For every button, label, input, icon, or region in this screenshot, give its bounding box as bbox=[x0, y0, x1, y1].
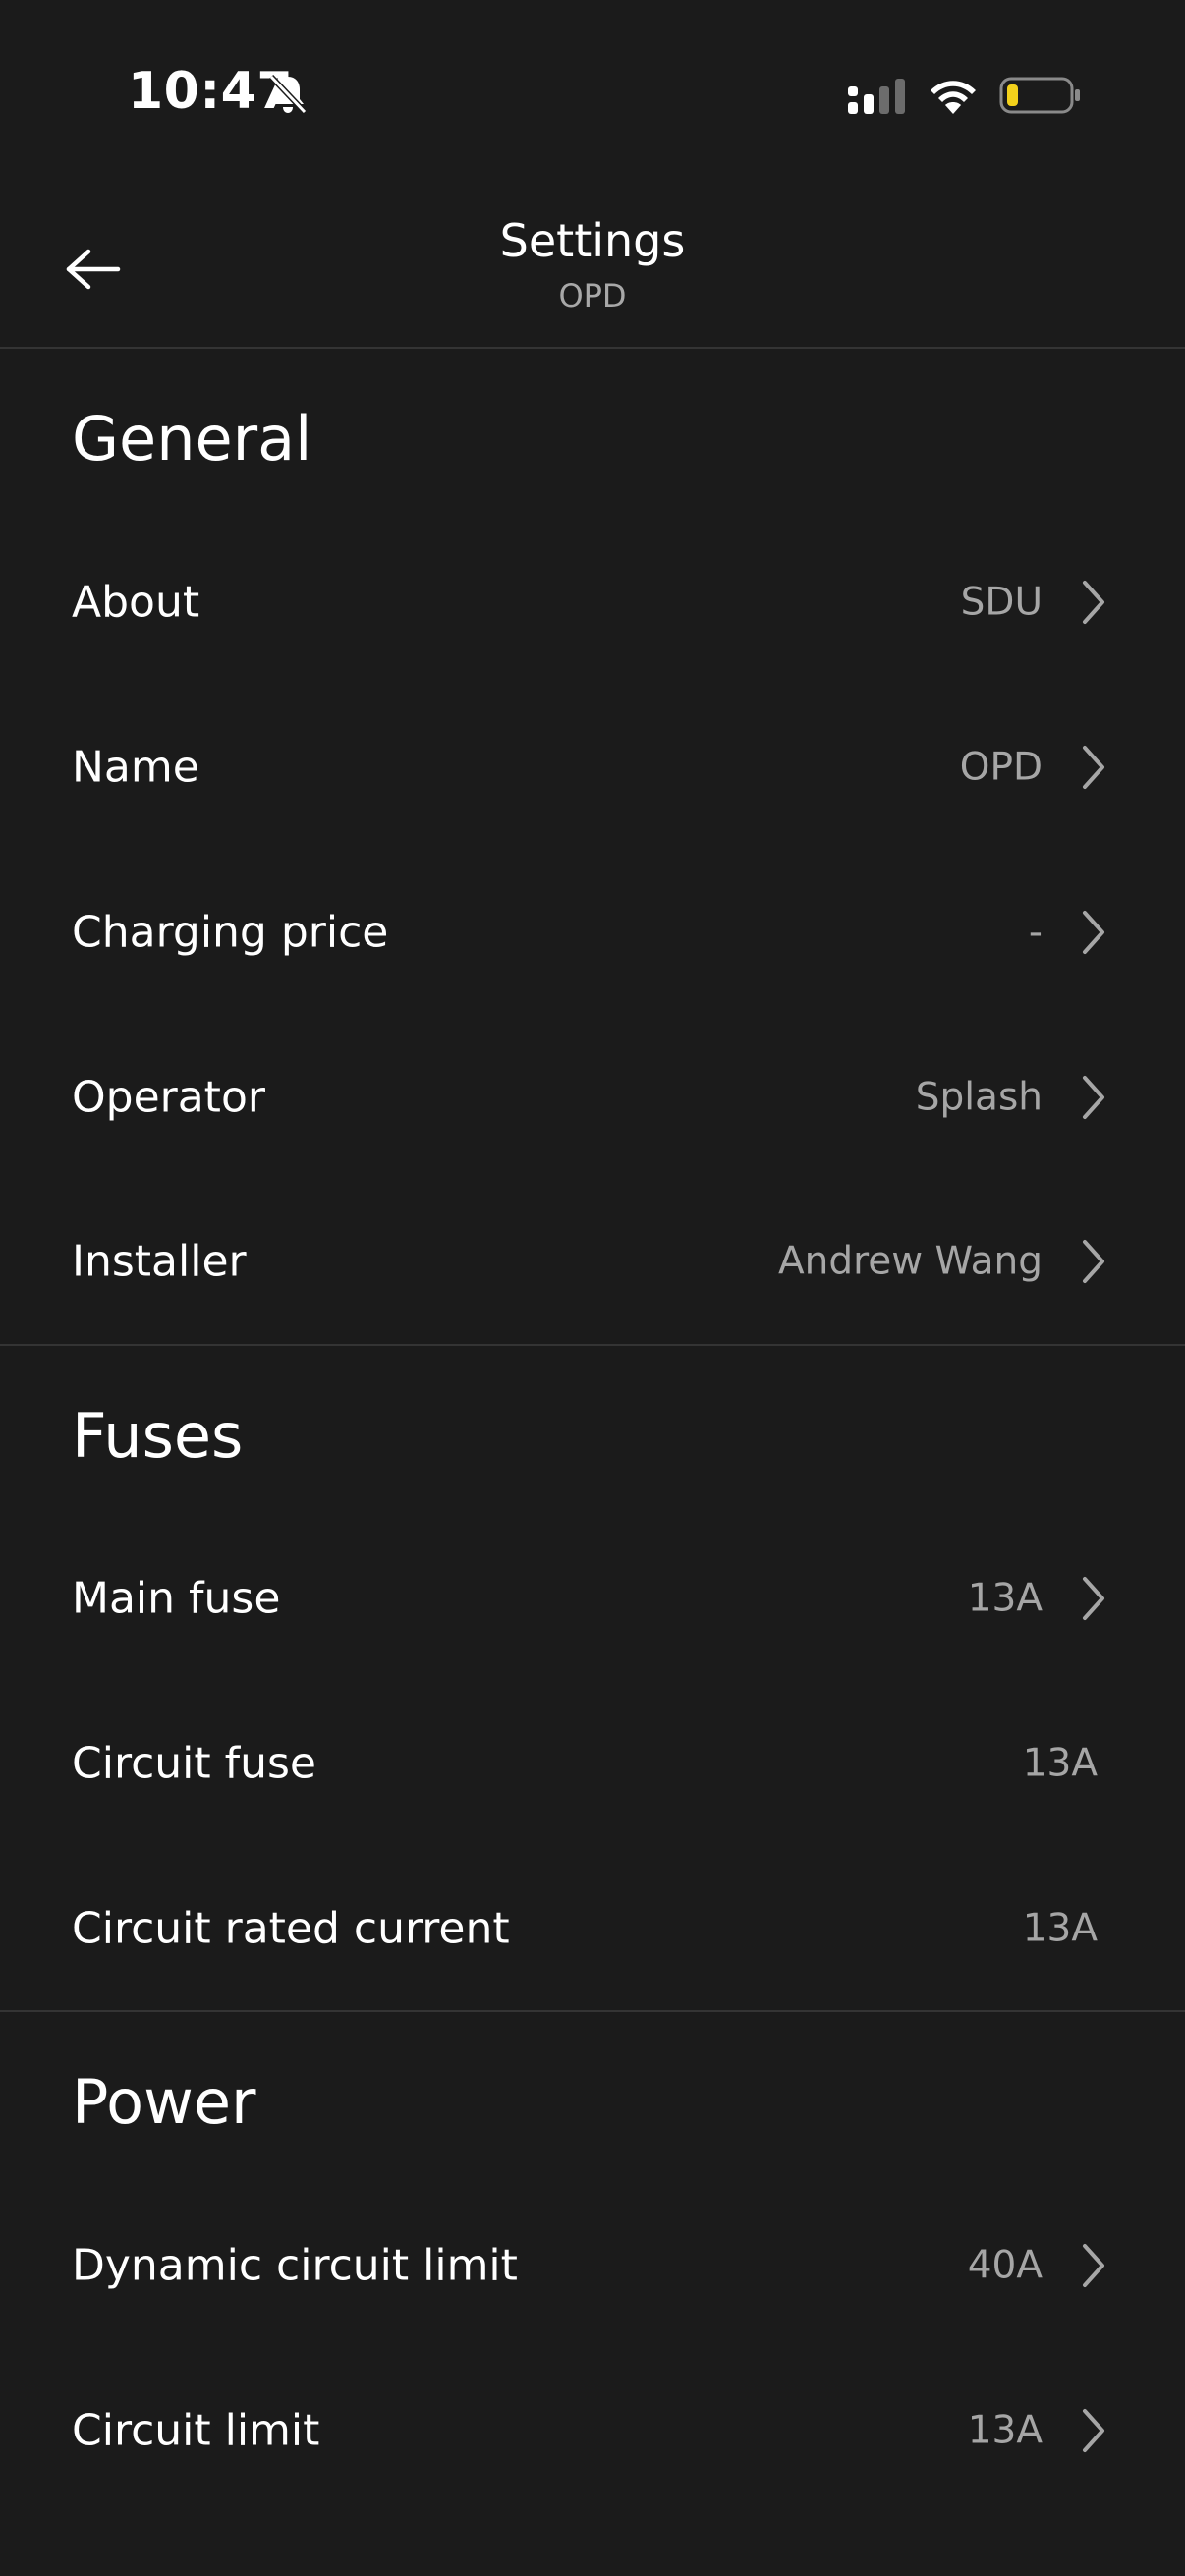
row-label: Main fuse bbox=[72, 1573, 281, 1624]
settings-row-circuit-fuse: Circuit fuse 13A bbox=[0, 1681, 1185, 1846]
row-value: 13A bbox=[967, 1576, 1043, 1621]
row-label: Name bbox=[72, 742, 199, 793]
settings-row-installer[interactable]: Installer Andrew Wang bbox=[0, 1179, 1185, 1344]
settings-row-main-fuse[interactable]: Main fuse 13A bbox=[0, 1516, 1185, 1681]
chevron-right-icon bbox=[1083, 2244, 1104, 2287]
row-value: 13A bbox=[1022, 1906, 1098, 1951]
row-value: 13A bbox=[1022, 1741, 1098, 1786]
section-divider bbox=[0, 1344, 1185, 1346]
section-title-fuses: Fuses bbox=[72, 1400, 244, 1472]
chevron-right-icon bbox=[1083, 581, 1104, 624]
settings-row-name[interactable]: Name OPD bbox=[0, 685, 1185, 850]
chevron-right-icon bbox=[1083, 911, 1104, 954]
signal-icon bbox=[848, 79, 905, 114]
chevron-right-icon bbox=[1083, 746, 1104, 789]
row-value: OPD bbox=[959, 745, 1043, 790]
chevron-right-icon bbox=[1083, 2409, 1104, 2452]
row-label: Circuit limit bbox=[72, 2405, 320, 2456]
row-value: Splash bbox=[915, 1075, 1043, 1120]
settings-row-circuit-rated-current: Circuit rated current 13A bbox=[0, 1846, 1185, 2011]
settings-row-about[interactable]: About SDU bbox=[0, 520, 1185, 685]
row-label: Charging price bbox=[72, 907, 389, 958]
settings-row-operator[interactable]: Operator Splash bbox=[0, 1015, 1185, 1180]
settings-row-dynamic-circuit-limit[interactable]: Dynamic circuit limit 40A bbox=[0, 2183, 1185, 2348]
settings-row-charging-price[interactable]: Charging price - bbox=[0, 850, 1185, 1015]
chevron-right-icon bbox=[1083, 1577, 1104, 1620]
status-bar: 10:47 bbox=[0, 0, 1185, 187]
section-title-general: General bbox=[72, 403, 312, 475]
wifi-icon bbox=[931, 81, 976, 114]
row-value: - bbox=[1028, 910, 1043, 955]
row-value: Andrew Wang bbox=[777, 1239, 1043, 1284]
row-value: 40A bbox=[967, 2243, 1043, 2288]
settings-row-circuit-limit[interactable]: Circuit limit 13A bbox=[0, 2348, 1185, 2513]
row-label: About bbox=[72, 577, 200, 628]
chevron-right-icon bbox=[1083, 1076, 1104, 1119]
section-divider bbox=[0, 2010, 1185, 2012]
row-label: Operator bbox=[72, 1072, 265, 1123]
row-value: SDU bbox=[960, 580, 1043, 625]
app-header: Settings OPD bbox=[0, 187, 1185, 349]
page-subtitle: OPD bbox=[558, 277, 627, 314]
page-title: Settings bbox=[499, 214, 686, 267]
chevron-right-icon bbox=[1083, 1240, 1104, 1283]
row-label: Circuit rated current bbox=[72, 1903, 510, 1954]
bell-muted-icon bbox=[268, 74, 308, 115]
row-label: Circuit fuse bbox=[72, 1738, 316, 1789]
battery-low-icon bbox=[999, 77, 1080, 114]
row-label: Installer bbox=[72, 1236, 247, 1287]
section-title-power: Power bbox=[72, 2066, 256, 2138]
row-label: Dynamic circuit limit bbox=[72, 2240, 518, 2291]
row-value: 13A bbox=[967, 2408, 1043, 2453]
